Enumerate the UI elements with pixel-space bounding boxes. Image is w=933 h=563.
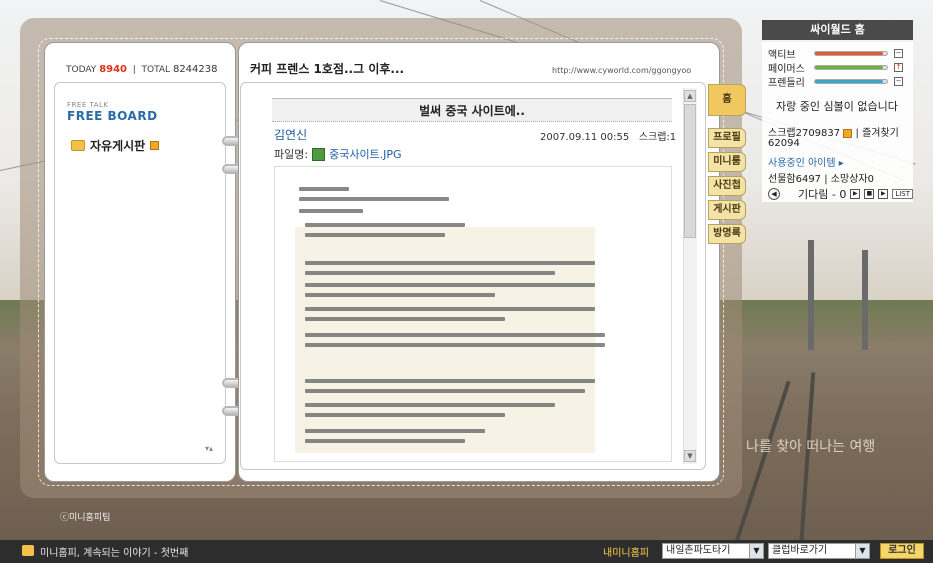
total-label: TOTAL — [141, 65, 171, 75]
gift-count[interactable]: 선물함6497 — [768, 174, 821, 185]
favorites-label: | 즐겨찾기 — [855, 128, 899, 139]
background-caption: 나를 찾아 떠나는 여행 — [746, 439, 876, 455]
stat-bar — [814, 65, 888, 70]
tab-guestbook[interactable]: 방명록 — [708, 224, 746, 244]
copyright-text: ⓒ미니홈피팀 — [60, 513, 111, 523]
cyworld-home-link[interactable]: 싸이월드 홈 — [762, 20, 913, 40]
wave-select-value: 내일촌파도타기 — [666, 545, 731, 556]
my-minihome-link[interactable]: 내미니홈피 — [603, 544, 649, 559]
club-select[interactable]: 클럽바로가기 ▼ — [768, 543, 870, 559]
stat-bar — [814, 51, 888, 56]
stat-label: 페이머스 — [768, 64, 805, 75]
tab-photos[interactable]: 사진첩 — [708, 176, 746, 196]
utility-pole — [862, 250, 868, 350]
play-button-icon[interactable]: ▶ — [850, 189, 861, 199]
bgm-player: ◀ 기다림 - 0 ▶ ■ ▶ LIST — [768, 186, 914, 202]
page-title: 커피 프렌스 1호점..그 이후... — [250, 62, 405, 76]
free-talk-label: FREE TALK — [67, 101, 109, 109]
notice-message[interactable]: 미니홈피, 계속되는 이야기 - 첫번째 — [40, 544, 188, 559]
favorites-count: 62094 — [768, 138, 800, 149]
bottom-bar: 미니홈피, 계속되는 이야기 - 첫번째 내미니홈피 내일촌파도타기 ▼ 클럽바… — [0, 540, 933, 563]
next-button-icon[interactable]: ▶ — [878, 189, 889, 199]
new-badge-icon — [150, 141, 160, 150]
left-menu-box: FREE TALK FREE BOARD 자유게시판 ▾▴ — [54, 82, 226, 464]
chevron-down-icon: ▼ — [749, 544, 763, 558]
tab-profile[interactable]: 프로필 — [708, 128, 746, 148]
minihome-url[interactable]: http://www.cyworld.com/ggongyoo — [552, 66, 691, 75]
stop-button-icon[interactable]: ■ — [864, 189, 875, 199]
post-scrap-count: 스크랩:1 — [638, 132, 677, 143]
stat-label: 액티브 — [768, 50, 796, 61]
utility-pole — [808, 240, 814, 350]
file-label: 파일명: — [274, 148, 309, 161]
stat-active: 액티브 − — [768, 46, 903, 61]
status-panel: 액티브 − 페이머스 ↑ 프렌들리 − 자랑 중인 심볼이 없습니다 스크랩27… — [762, 42, 914, 202]
playlist-button[interactable]: LIST — [892, 189, 914, 199]
symbol-status: 자랑 중인 심볼이 없습니다 — [776, 100, 898, 113]
scrap-badge-icon — [843, 128, 853, 138]
stat-bar — [814, 79, 888, 84]
document-screenshot — [295, 183, 605, 453]
play-icon[interactable]: ◀ — [768, 188, 780, 200]
expand-arrow-icon[interactable]: ▾▴ — [205, 444, 213, 453]
login-button[interactable]: 로그인 — [880, 543, 924, 559]
stat-bar-fill — [815, 80, 884, 83]
post-meta: 2007.09.11 00:55 스크랩:1 — [540, 128, 676, 143]
visitor-counter: TODAY 8940 | TOTAL 8244238 — [66, 64, 218, 75]
scrap-count: 스크랩2709837 | 즐겨찾기 — [768, 124, 899, 139]
tab-home[interactable]: 홈 — [708, 84, 746, 116]
stat-bar-fill — [815, 66, 884, 69]
club-select-value: 클럽바로가기 — [772, 545, 828, 556]
folder-free-board[interactable]: 자유게시판 — [71, 137, 160, 154]
items-in-use-link[interactable]: 사용중인 아이템 ▸ — [768, 154, 844, 169]
folder-label: 자유게시판 — [90, 139, 146, 153]
scroll-thumb[interactable] — [684, 104, 696, 238]
tab-board[interactable]: 게시판 — [708, 200, 746, 220]
wish-box[interactable]: | 소망상자0 — [824, 174, 874, 185]
chat-icon — [22, 545, 34, 556]
post-date: 2007.09.11 00:55 — [540, 132, 630, 143]
gift-box: 선물함6497 | 소망상자0 — [768, 170, 874, 185]
chevron-down-icon: ▼ — [855, 544, 869, 558]
stat-button[interactable]: − — [894, 77, 903, 86]
scroll-down-icon[interactable]: ▼ — [684, 450, 696, 462]
scroll-up-icon[interactable]: ▲ — [684, 90, 696, 102]
stat-button[interactable]: ↑ — [894, 63, 903, 72]
stat-famous: 페이머스 ↑ — [768, 60, 903, 75]
folder-icon — [71, 140, 85, 151]
stat-button[interactable]: − — [894, 49, 903, 58]
post-author[interactable]: 김연신 — [274, 126, 307, 143]
stat-friendly: 프렌들리 − — [768, 74, 903, 89]
tab-miniroom[interactable]: 미니룸 — [708, 152, 746, 172]
today-count: 8940 — [99, 64, 128, 75]
stat-bar-fill — [815, 52, 884, 55]
song-title: 기다림 - 0 — [798, 188, 847, 201]
attached-image — [274, 166, 672, 462]
free-board-title: FREE BOARD — [67, 109, 158, 123]
attachment-row: 파일명: 중국사이트.JPG — [274, 146, 402, 162]
post-title: 벌써 중국 사이트에.. — [272, 98, 672, 122]
total-count: 8244238 — [172, 64, 218, 75]
stat-label: 프렌들리 — [768, 78, 805, 89]
wave-select[interactable]: 내일촌파도타기 ▼ — [662, 543, 764, 559]
attachment-link[interactable]: 중국사이트.JPG — [329, 146, 402, 162]
image-file-icon — [312, 147, 326, 161]
today-label: TODAY — [66, 65, 97, 75]
